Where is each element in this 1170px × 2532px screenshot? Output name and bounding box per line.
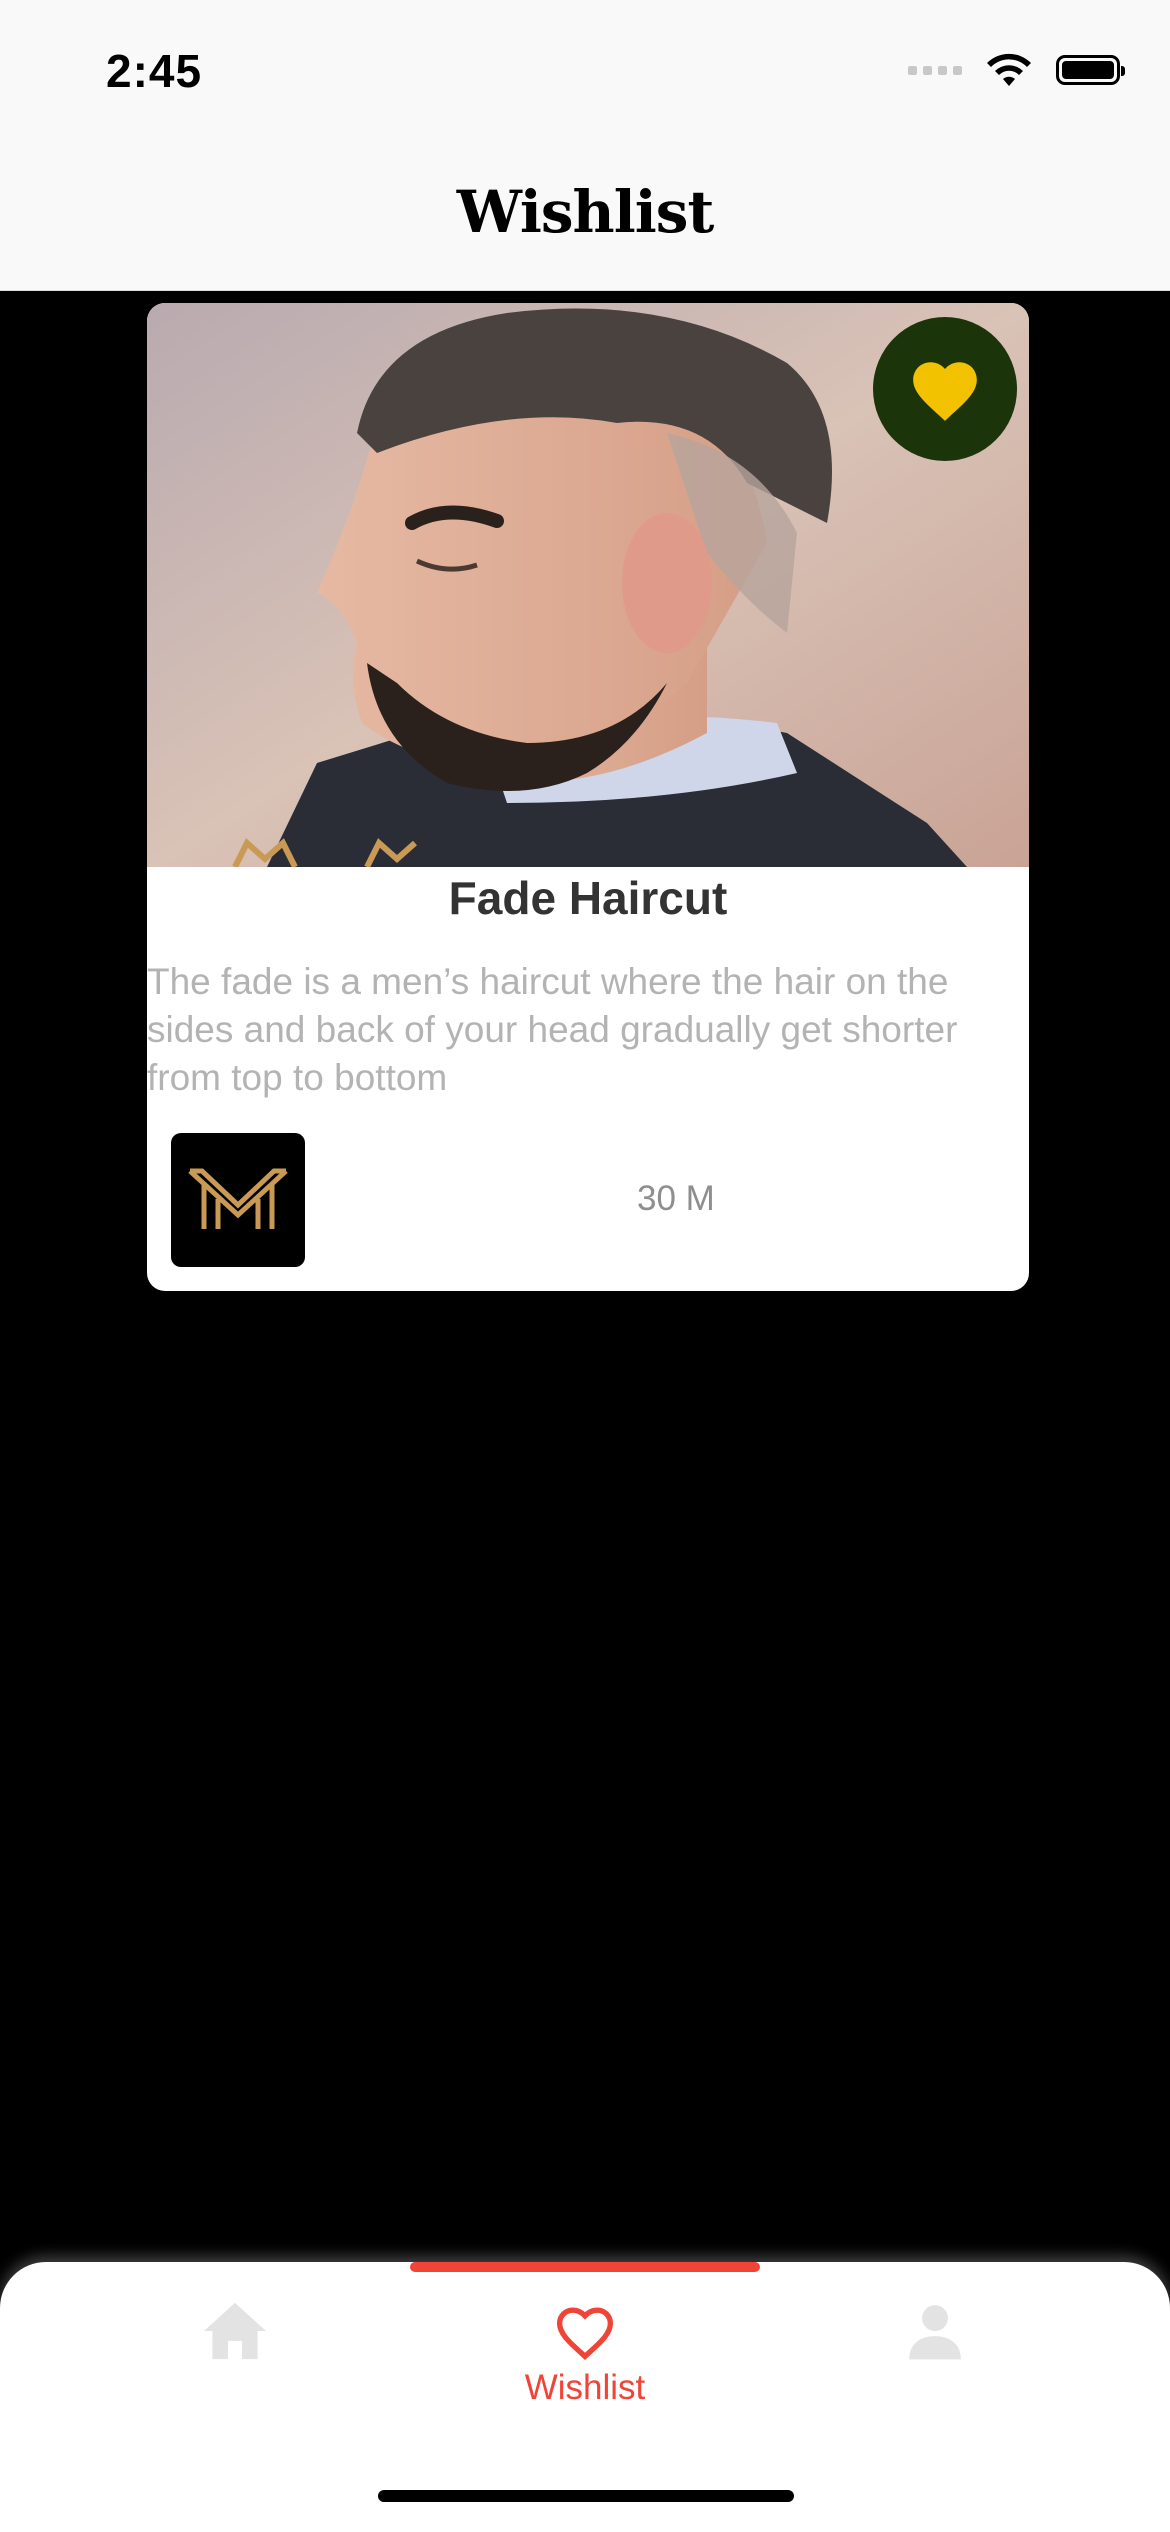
heart-outline-icon	[556, 2307, 614, 2361]
tab-wishlist[interactable]: Wishlist	[420, 2300, 750, 2440]
status-bar: 2:45	[0, 0, 1170, 140]
battery-icon	[1056, 55, 1125, 85]
status-icons	[908, 52, 1125, 88]
m-logo-icon	[188, 1168, 288, 1229]
wifi-icon	[987, 53, 1031, 86]
service-description: The fade is a men’s haircut where the ha…	[147, 961, 958, 1098]
tab-home[interactable]	[70, 2300, 400, 2440]
cellular-signal-icon	[908, 65, 962, 75]
person-icon	[909, 2305, 961, 2360]
home-icon	[204, 2302, 266, 2360]
home-indicator[interactable]	[378, 2490, 794, 2502]
page-title: Wishlist	[456, 178, 714, 246]
shop-logo	[171, 1133, 305, 1267]
heart-filled-icon	[913, 362, 977, 421]
service-duration: 30 M	[637, 1179, 715, 1218]
service-image	[147, 303, 1029, 867]
active-tab-indicator	[410, 2262, 760, 2272]
tab-profile[interactable]	[770, 2300, 1100, 2440]
service-title: Fade Haircut	[448, 872, 728, 924]
tab-wishlist-label: Wishlist	[524, 2368, 646, 2407]
wishlist-item-card[interactable]: Fade Haircut The fade is a men’s haircut…	[147, 303, 1029, 1291]
favorite-button[interactable]	[873, 317, 1017, 461]
navigation-bar: Wishlist	[0, 140, 1170, 291]
status-time: 2:45	[106, 45, 203, 97]
